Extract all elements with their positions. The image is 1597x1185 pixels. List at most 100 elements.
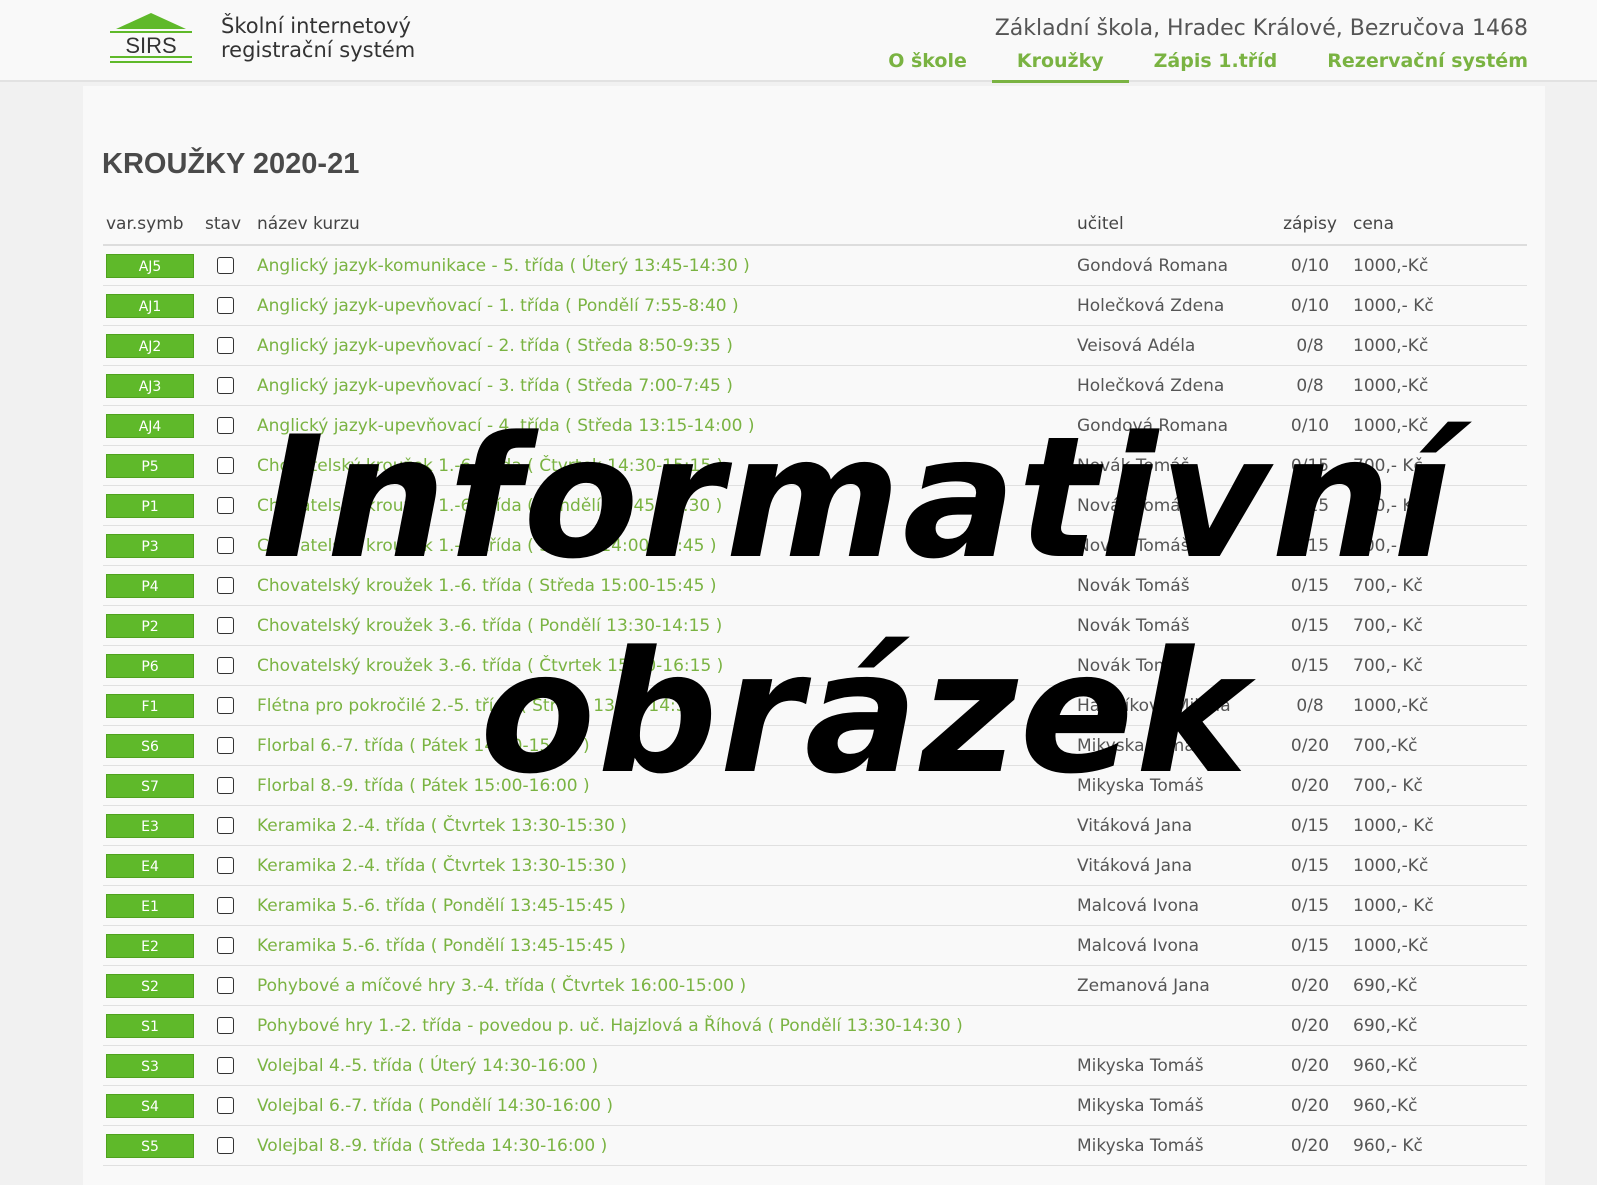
- course-link[interactable]: Chovatelský kroužek 3.-6. třída ( Čtvrte…: [257, 656, 723, 676]
- sym-badge[interactable]: S3: [106, 1053, 194, 1078]
- course-link[interactable]: Anglický jazyk-upevňovací - 4. třída ( S…: [257, 416, 755, 436]
- name-cell: Florbal 8.-9. třída ( Pátek 15:00-16:00 …: [257, 765, 1077, 806]
- course-link[interactable]: Pohybové hry 1.-2. třída - povedou p. uč…: [257, 1016, 963, 1036]
- sym-badge[interactable]: S1: [106, 1013, 194, 1038]
- sym-badge[interactable]: E3: [106, 813, 194, 838]
- row-checkbox[interactable]: [217, 937, 234, 954]
- nav-krouzky[interactable]: Kroužky: [991, 50, 1129, 83]
- sym-badge[interactable]: S2: [106, 973, 194, 998]
- sym-badge[interactable]: P1: [106, 493, 194, 518]
- row-checkbox[interactable]: [217, 977, 234, 994]
- nav-o-skole[interactable]: O škole: [838, 50, 967, 80]
- sym-cell: P5: [103, 445, 205, 486]
- sym-badge[interactable]: S4: [106, 1093, 194, 1118]
- row-checkbox[interactable]: [217, 497, 234, 514]
- sym-badge[interactable]: P5: [106, 453, 194, 478]
- course-link[interactable]: Anglický jazyk-upevňovací - 3. třída ( S…: [257, 376, 733, 396]
- col-header-price: cena: [1353, 204, 1527, 246]
- sym-badge[interactable]: AJ2: [106, 333, 194, 358]
- row-checkbox[interactable]: [217, 577, 234, 594]
- row-checkbox[interactable]: [217, 257, 234, 274]
- sym-badge[interactable]: S6: [106, 733, 194, 758]
- course-link[interactable]: Florbal 6.-7. třída ( Pátek 14:00-15:00 …: [257, 736, 590, 756]
- sirs-logo[interactable]: SIRS: [110, 12, 192, 64]
- teacher-cell: Mikyska Tomáš: [1077, 1085, 1267, 1126]
- zapisy-cell: 0/20: [1267, 765, 1353, 806]
- teacher-cell: Mikyska Tomáš: [1077, 725, 1267, 766]
- zapisy-cell: 0/15: [1267, 565, 1353, 606]
- name-cell: Pohybové hry 1.-2. třída - povedou p. uč…: [257, 1005, 1077, 1046]
- nav-rezervacni-system[interactable]: Rezervační systém: [1277, 50, 1528, 80]
- row-checkbox[interactable]: [217, 337, 234, 354]
- row-checkbox[interactable]: [217, 817, 234, 834]
- row-checkbox[interactable]: [217, 857, 234, 874]
- sym-badge[interactable]: P6: [106, 653, 194, 678]
- table-row: P4 Chovatelský kroužek 1.-6. třída ( Stře…: [103, 565, 1527, 606]
- nav-zapis[interactable]: Zápis 1.tříd: [1129, 50, 1278, 80]
- course-link[interactable]: Keramika 2.-4. třída ( Čtvrtek 13:30-15:…: [257, 816, 627, 836]
- sym-badge[interactable]: AJ4: [106, 413, 194, 438]
- row-checkbox[interactable]: [217, 1137, 234, 1154]
- sym-badge[interactable]: S5: [106, 1133, 194, 1158]
- system-name-line2: registrační systém: [221, 38, 416, 62]
- table-row: E1 Keramika 5.-6. třída ( Pondělí 13:45-1…: [103, 885, 1527, 926]
- row-checkbox[interactable]: [217, 697, 234, 714]
- stav-cell: [205, 1045, 257, 1086]
- sym-badge[interactable]: P3: [106, 533, 194, 558]
- row-checkbox[interactable]: [217, 617, 234, 634]
- course-link[interactable]: Flétna pro pokročilé 2.-5. třída ( Střed…: [257, 696, 709, 716]
- sym-badge[interactable]: F1: [106, 693, 194, 718]
- course-link[interactable]: Florbal 8.-9. třída ( Pátek 15:00-16:00 …: [257, 776, 590, 796]
- course-link[interactable]: Volejbal 4.-5. třída ( Úterý 14:30-16:00…: [257, 1056, 598, 1076]
- row-checkbox[interactable]: [217, 1017, 234, 1034]
- sym-cell: S3: [103, 1045, 205, 1086]
- sym-badge[interactable]: S7: [106, 773, 194, 798]
- main-nav: O škole Kroužky Zápis 1.tříd Rezervační …: [838, 50, 1528, 83]
- sym-badge[interactable]: AJ3: [106, 373, 194, 398]
- course-link[interactable]: Keramika 2.-4. třída ( Čtvrtek 13:30-15:…: [257, 856, 627, 876]
- zapisy-cell: 0/15: [1267, 645, 1353, 686]
- course-link[interactable]: Chovatelský kroužek 1.-6. třída ( Ponděl…: [257, 496, 722, 516]
- course-link[interactable]: Keramika 5.-6. třída ( Pondělí 13:45-15:…: [257, 896, 626, 916]
- row-checkbox[interactable]: [217, 1097, 234, 1114]
- row-checkbox[interactable]: [217, 737, 234, 754]
- name-cell: Anglický jazyk-komunikace - 5. třída ( Ú…: [257, 245, 1077, 286]
- course-link[interactable]: Pohybové a míčové hry 3.-4. třída ( Čtvr…: [257, 976, 746, 996]
- table-row: F1 Flétna pro pokročilé 2.-5. třída ( Stř…: [103, 685, 1527, 726]
- row-checkbox[interactable]: [217, 777, 234, 794]
- sym-badge[interactable]: P4: [106, 573, 194, 598]
- sym-badge[interactable]: E4: [106, 853, 194, 878]
- zapisy-cell: 0/8: [1267, 685, 1353, 726]
- row-checkbox[interactable]: [217, 1057, 234, 1074]
- stav-cell: [205, 605, 257, 646]
- course-link[interactable]: Chovatelský kroužek 1.-6. třída ( Čtvrte…: [257, 456, 723, 476]
- course-link[interactable]: Chovatelský kroužek 3.-6. třída ( Ponděl…: [257, 616, 722, 636]
- sym-badge[interactable]: AJ5: [106, 253, 194, 278]
- course-link[interactable]: Anglický jazyk-upevňovací - 2. třída ( S…: [257, 336, 733, 356]
- stav-cell: [205, 445, 257, 486]
- row-checkbox[interactable]: [217, 657, 234, 674]
- row-checkbox[interactable]: [217, 457, 234, 474]
- course-link[interactable]: Chovatelský kroužek 1.-6. třída ( Středa…: [257, 536, 717, 556]
- row-checkbox[interactable]: [217, 377, 234, 394]
- row-checkbox[interactable]: [217, 417, 234, 434]
- table-row: E4 Keramika 2.-4. třída ( Čtvrtek 13:30-1…: [103, 845, 1527, 886]
- name-cell: Chovatelský kroužek 1.-6. třída ( Čtvrte…: [257, 445, 1077, 486]
- page-title: KROUŽKY 2020-21: [102, 148, 360, 180]
- sym-badge[interactable]: E1: [106, 893, 194, 918]
- sym-badge[interactable]: AJ1: [106, 293, 194, 318]
- stav-cell: [205, 765, 257, 806]
- course-link[interactable]: Anglický jazyk-komunikace - 5. třída ( Ú…: [257, 256, 750, 276]
- row-checkbox[interactable]: [217, 897, 234, 914]
- sym-cell: S4: [103, 1085, 205, 1126]
- row-checkbox[interactable]: [217, 537, 234, 554]
- course-link[interactable]: Chovatelský kroužek 1.-6. třída ( Středa…: [257, 576, 717, 596]
- sym-badge[interactable]: E2: [106, 933, 194, 958]
- row-checkbox[interactable]: [217, 297, 234, 314]
- course-link[interactable]: Anglický jazyk-upevňovací - 1. třída ( P…: [257, 296, 739, 316]
- sym-badge[interactable]: P2: [106, 613, 194, 638]
- course-link[interactable]: Volejbal 8.-9. třída ( Středa 14:30-16:0…: [257, 1136, 607, 1156]
- zapisy-cell: 0/15: [1267, 605, 1353, 646]
- course-link[interactable]: Volejbal 6.-7. třída ( Pondělí 14:30-16:…: [257, 1096, 613, 1116]
- course-link[interactable]: Keramika 5.-6. třída ( Pondělí 13:45-15:…: [257, 936, 626, 956]
